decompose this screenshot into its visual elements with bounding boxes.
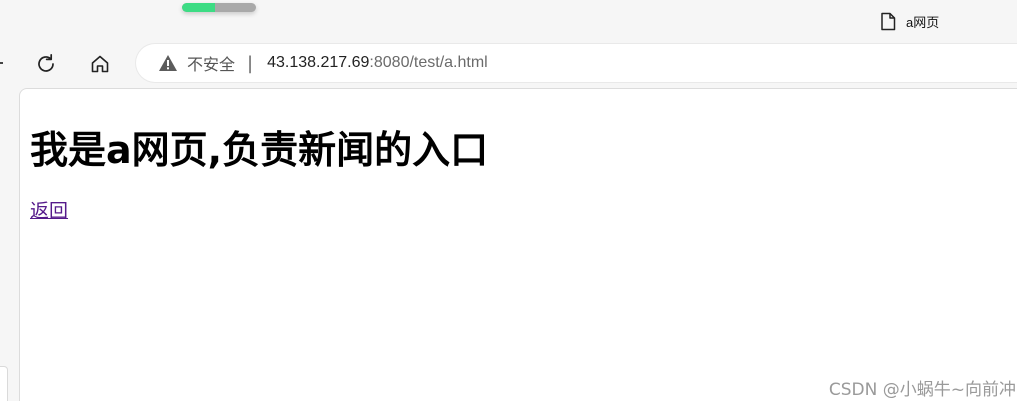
toolbar: 不安全 | 43.138.217.69:8080/test/a.html (0, 40, 1017, 88)
loading-progress-bar (182, 3, 256, 12)
warning-triangle-icon[interactable] (157, 52, 179, 74)
back-button-edge[interactable] (0, 62, 3, 64)
url-text[interactable]: 43.138.217.69:8080/test/a.html (267, 54, 488, 72)
url-host: 43.138.217.69 (267, 54, 370, 71)
page-viewport: 我是a网页,负责新闻的入口 返回 CSDN @小蜗牛~向前冲 (19, 88, 1017, 401)
reload-button[interactable] (30, 48, 62, 80)
home-icon (89, 53, 111, 75)
url-path: :8080/test/a.html (369, 54, 488, 71)
back-link[interactable]: 返回 (30, 196, 68, 223)
browser-window: a网页 不安全 | 43.138.217.69:8080/test/a.html… (0, 0, 1017, 401)
document-icon (880, 12, 896, 31)
reload-icon (35, 53, 57, 75)
address-bar[interactable]: 不安全 | 43.138.217.69:8080/test/a.html (136, 44, 1017, 82)
url-separator: | (247, 52, 254, 74)
home-button[interactable] (84, 48, 116, 80)
tab-title: a网页 (906, 14, 940, 30)
tab-strip: a网页 (0, 0, 1017, 38)
watermark: CSDN @小蜗牛~向前冲 (828, 380, 1016, 400)
page-heading: 我是a网页,负责新闻的入口 (30, 128, 489, 172)
side-panel-edge (0, 366, 8, 401)
security-label[interactable]: 不安全 (187, 51, 235, 75)
tab-current[interactable]: a网页 (880, 9, 939, 33)
loading-progress-fill (182, 3, 216, 12)
